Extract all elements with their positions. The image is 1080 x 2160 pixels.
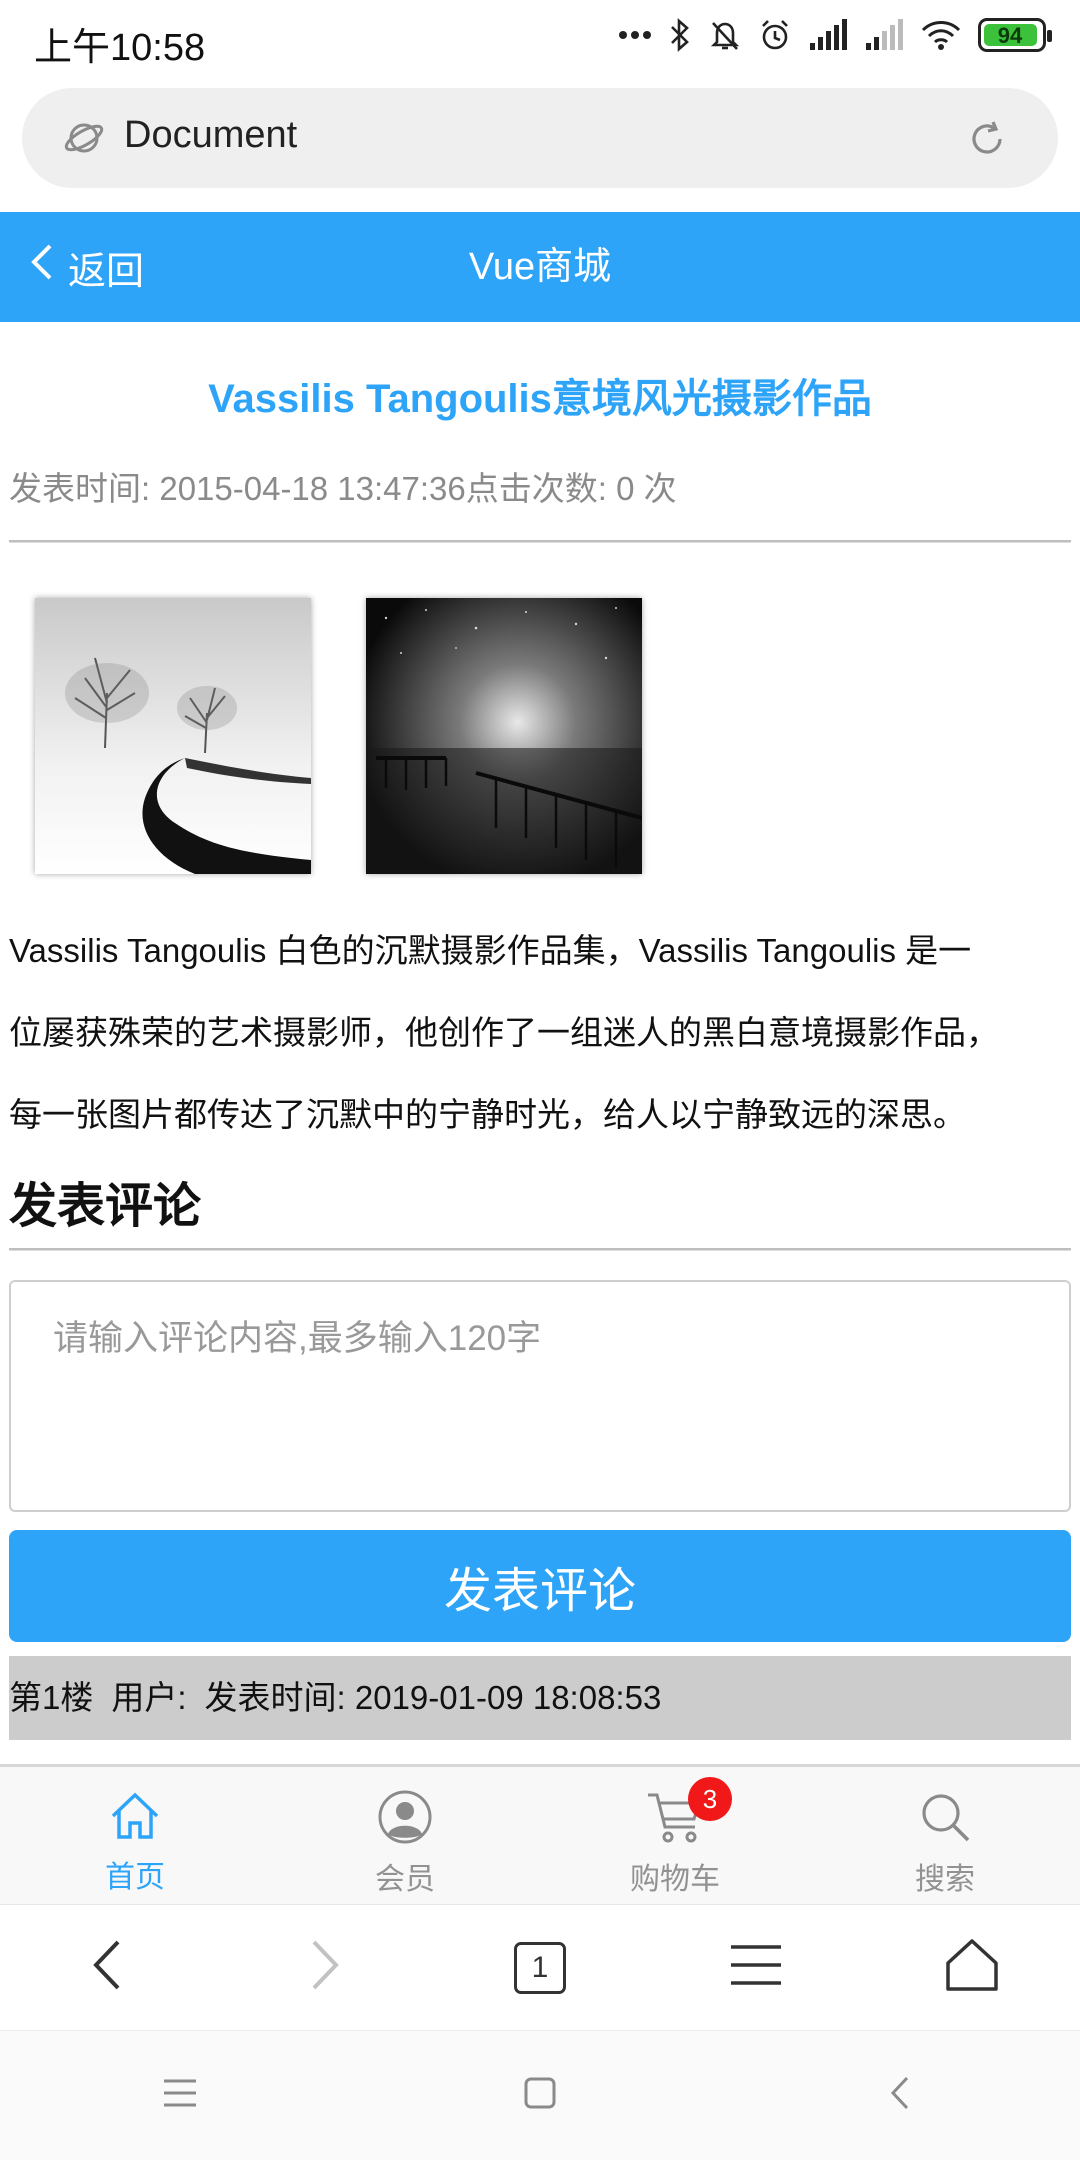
browser-tabs-button[interactable]: 1: [432, 1905, 648, 2030]
home-icon: [944, 1937, 1000, 1998]
article-body-line: Vassilis Tangoulis 白色的沉默摄影作品集，Vassilis T…: [9, 932, 972, 969]
mute-bell-icon: [708, 18, 742, 52]
main-content: Vassilis Tangoulis意境风光摄影作品 发表时间: 2015-04…: [0, 322, 1080, 1764]
thumbnail-list: [35, 598, 642, 874]
app-header: 返回 Vue商城: [0, 212, 1080, 322]
address-text[interactable]: Document: [124, 114, 297, 157]
thumbnail-image[interactable]: [366, 598, 642, 874]
comment-input[interactable]: [9, 1280, 1071, 1512]
reload-icon[interactable]: [966, 118, 1008, 165]
alarm-icon: [758, 18, 792, 52]
browser-home-button[interactable]: [864, 1905, 1080, 2030]
back-button[interactable]: 返回: [28, 212, 144, 322]
battery-level: 94: [997, 23, 1023, 48]
browser-forward-button[interactable]: [216, 1905, 432, 2030]
tab-member[interactable]: 会员: [270, 1767, 540, 1904]
article-meta: 发表时间: 2015-04-18 13:47:36点击次数: 0 次: [9, 470, 677, 507]
chevron-left-icon: [28, 242, 54, 292]
divider: [9, 1248, 1071, 1251]
site-info-icon[interactable]: [62, 116, 106, 165]
page-title: Vue商城: [468, 246, 612, 288]
search-icon: [917, 1789, 973, 1850]
tab-label: 首页: [105, 1861, 165, 1894]
wifi-icon: [920, 19, 962, 51]
tab-label: 搜索: [915, 1863, 975, 1896]
tab-cart[interactable]: 3 购物车: [540, 1767, 810, 1904]
comment-user: 用户:: [111, 1679, 187, 1716]
article-title: Vassilis Tangoulis意境风光摄影作品: [208, 377, 872, 421]
status-icons: 94: [618, 18, 1052, 52]
home-icon: [108, 1789, 162, 1848]
browser-menu-button[interactable]: [648, 1905, 864, 2030]
browser-toolbar: 1: [0, 1904, 1080, 2030]
member-icon: [377, 1789, 433, 1850]
tab-label: 会员: [375, 1863, 435, 1896]
chevron-right-icon: [306, 1938, 342, 1997]
tab-search[interactable]: 搜索: [810, 1767, 1080, 1904]
tab-count: 1: [514, 1941, 566, 1994]
comment-heading: 发表评论: [9, 1180, 202, 1233]
battery-icon: 94: [978, 18, 1052, 52]
signal-icon: [808, 19, 848, 51]
browser-back-button[interactable]: [0, 1905, 216, 2030]
comment-floor: 第1楼: [9, 1679, 94, 1716]
bluetooth-icon: [668, 18, 692, 52]
article-body-line: 每一张图片都传达了沉默中的宁静时光，给人以宁静致远的深思。: [9, 1096, 966, 1133]
menu-icon: [162, 2078, 198, 2113]
cart-badge: 3: [688, 1777, 732, 1821]
tab-home[interactable]: 首页: [0, 1767, 270, 1904]
status-time: 上午10:58: [34, 27, 206, 69]
thumbnail-image[interactable]: [35, 598, 311, 874]
menu-icon: [729, 1943, 783, 1992]
system-menu-button[interactable]: [0, 2031, 360, 2160]
article-body-line: 位屡获殊荣的艺术摄影师，他创作了一组迷人的黑白意境摄影作品，: [9, 1014, 999, 1051]
address-bar[interactable]: Document: [22, 88, 1058, 188]
divider: [9, 540, 1071, 543]
system-nav-bar: [0, 2030, 1080, 2160]
submit-comment-button[interactable]: 发表评论: [9, 1530, 1071, 1642]
comment-item: 第1楼 用户: 发表时间: 2019-01-09 18:08:53: [9, 1656, 1071, 1740]
comment-time: 发表时间: 2019-01-09 18:08:53: [204, 1679, 662, 1716]
signal-icon-2: [864, 19, 904, 51]
status-bar: 上午10:58 94: [0, 0, 1080, 76]
back-label: 返回: [68, 250, 145, 293]
more-dots-icon: [618, 29, 652, 41]
tab-bar: 首页 会员 3 购物车 搜索: [0, 1764, 1080, 1904]
tab-label: 购物车: [630, 1863, 720, 1896]
chevron-left-icon: [888, 2074, 912, 2117]
article-body: Vassilis Tangoulis 白色的沉默摄影作品集，Vassilis T…: [9, 910, 1075, 1156]
system-home-button[interactable]: [360, 2031, 720, 2160]
system-back-button[interactable]: [720, 2031, 1080, 2160]
chevron-left-icon: [90, 1938, 126, 1997]
square-icon: [523, 2076, 557, 2115]
